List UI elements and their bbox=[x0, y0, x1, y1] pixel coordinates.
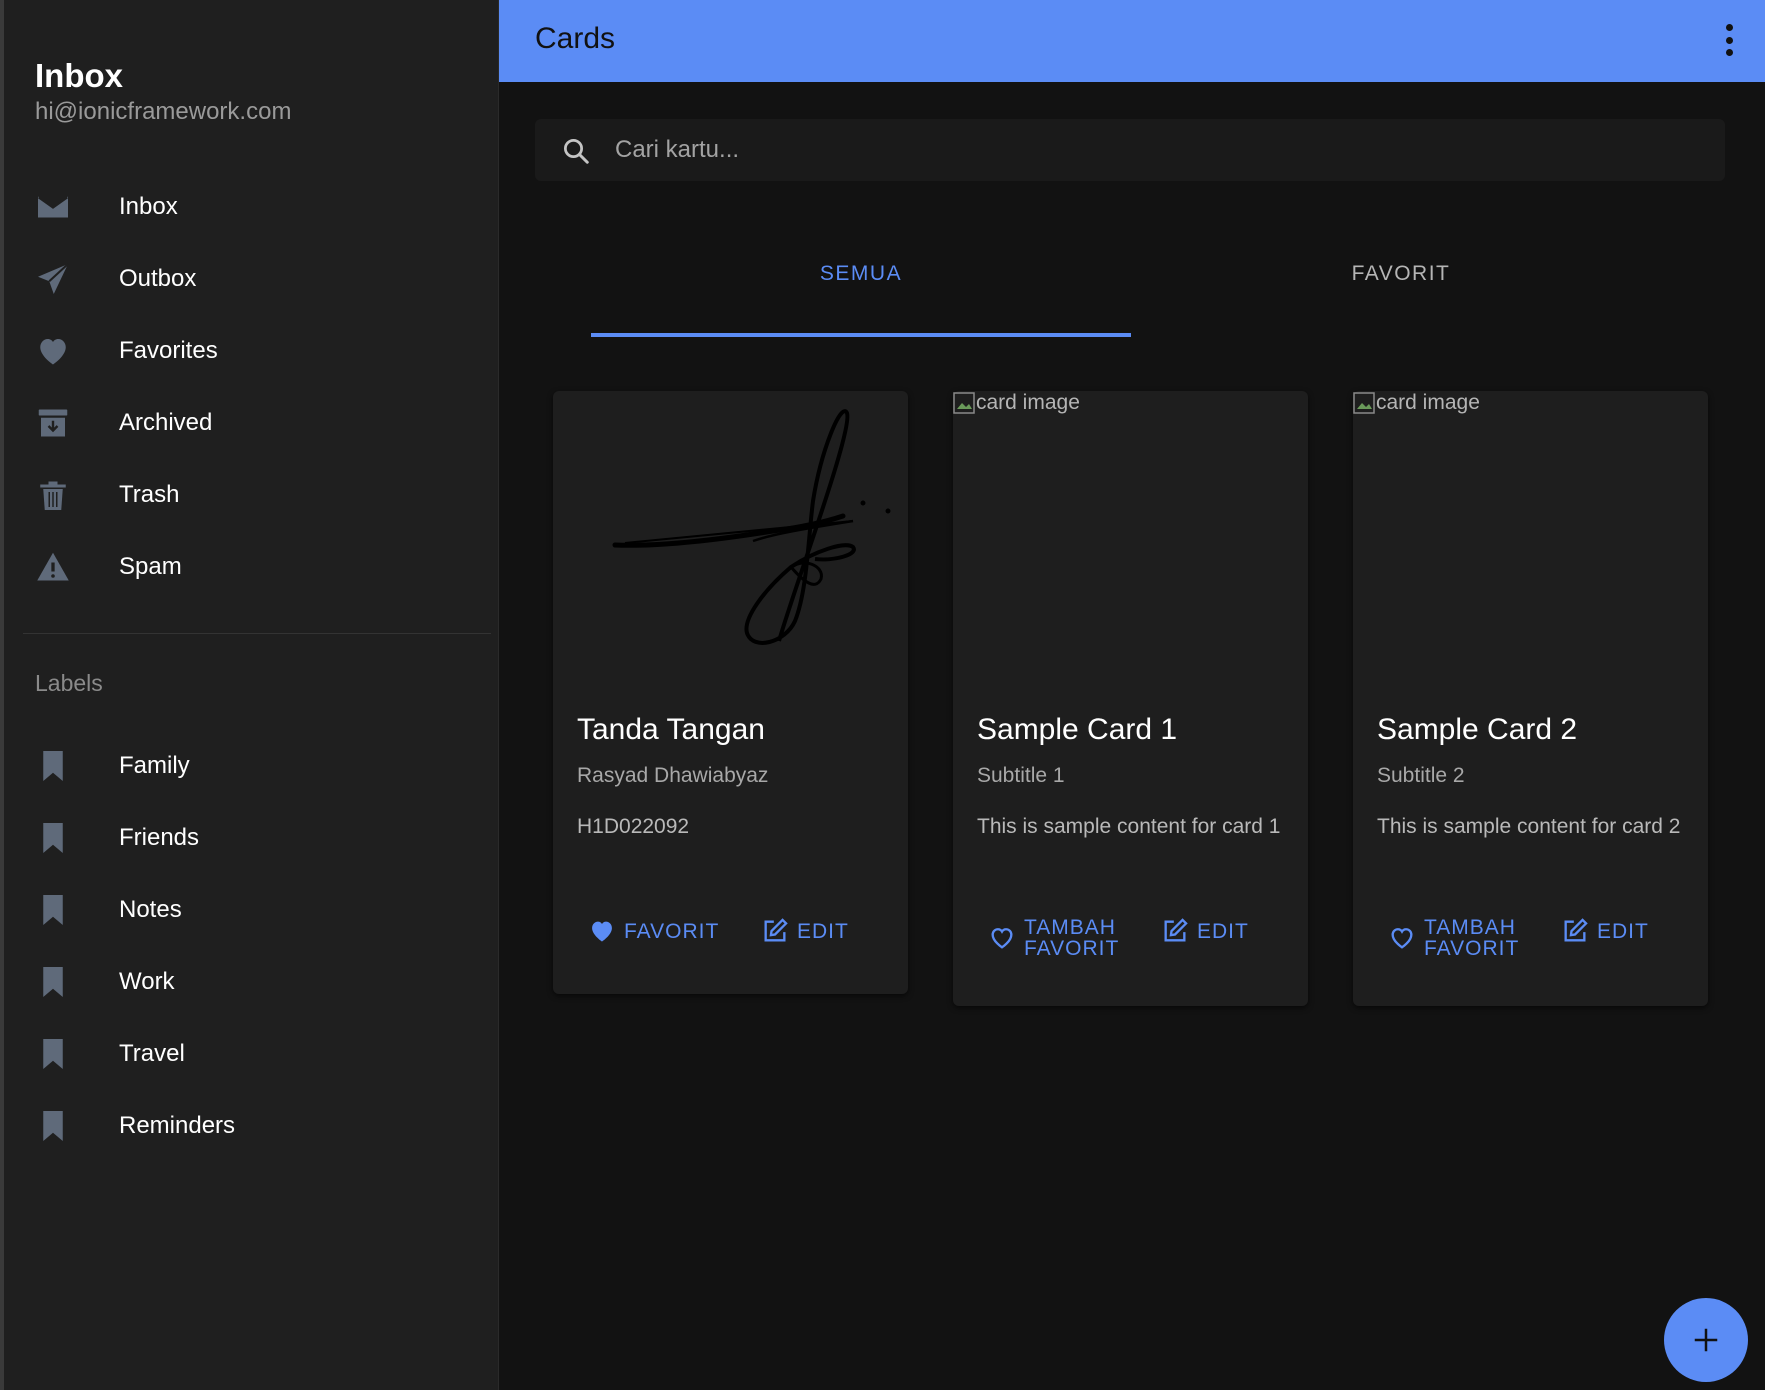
label-item-label: Friends bbox=[119, 824, 200, 851]
edit-button-label: EDIT bbox=[1597, 919, 1649, 943]
card-content: This is sample content for card 2 bbox=[1377, 815, 1681, 838]
add-favorite-label: TAMBAH FAVORIT bbox=[1424, 917, 1519, 959]
toolbar: Cards bbox=[499, 0, 1765, 82]
sidebar-item-label: Favorites bbox=[119, 337, 218, 364]
broken-image: card image bbox=[1353, 391, 1480, 415]
label-item-label: Travel bbox=[119, 1040, 185, 1067]
sidebar-item-trash[interactable]: Trash bbox=[4, 463, 499, 527]
favorite-button[interactable]: FAVORIT bbox=[588, 917, 719, 945]
add-card-fab[interactable] bbox=[1664, 1298, 1748, 1382]
card: Tanda Tangan Rasyad Dhawiabyaz H1D022092… bbox=[553, 391, 908, 994]
paper-plane-icon bbox=[34, 260, 72, 298]
label-item-label: Work bbox=[119, 968, 175, 995]
menu-title: Inbox bbox=[35, 57, 123, 94]
sidebar-item-archived[interactable]: Archived bbox=[4, 391, 499, 455]
menu-email: hi@ionicframework.com bbox=[35, 98, 292, 125]
tab-semua[interactable]: SEMUA bbox=[591, 262, 1131, 294]
bookmark-icon bbox=[34, 891, 72, 929]
sidebar-item-spam[interactable]: Spam bbox=[4, 535, 499, 599]
add-favorite-label: TAMBAH FAVORIT bbox=[1024, 917, 1119, 959]
edit-button-label: EDIT bbox=[797, 919, 849, 943]
signature-image bbox=[553, 391, 908, 691]
heart-outline-icon bbox=[1391, 928, 1413, 949]
heart-filled-icon bbox=[592, 921, 612, 942]
edit-button[interactable]: EDIT bbox=[1161, 917, 1249, 945]
sidebar-item-label: Archived bbox=[119, 409, 213, 436]
image-alt-text: card image bbox=[1376, 391, 1480, 414]
card-title: Tanda Tangan bbox=[577, 713, 765, 746]
create-icon bbox=[1564, 918, 1588, 942]
favorite-button-label: FAVORIT bbox=[624, 919, 720, 943]
broken-image: card image bbox=[953, 391, 1080, 415]
sidebar-item-inbox[interactable]: Inbox bbox=[4, 175, 499, 239]
card-image: card image bbox=[1353, 391, 1708, 691]
label-item-label: Notes bbox=[119, 896, 182, 923]
sidebar-item-label: Trash bbox=[119, 481, 180, 508]
label-item-label: Family bbox=[119, 752, 190, 779]
sidebar-item-outbox[interactable]: Outbox bbox=[4, 247, 499, 311]
sidebar-item-favorites[interactable]: Favorites bbox=[4, 319, 499, 383]
search-input[interactable] bbox=[615, 119, 1695, 181]
add-favorite-label-line1: TAMBAH bbox=[1024, 916, 1116, 939]
bookmark-icon bbox=[34, 963, 72, 1001]
label-item-notes[interactable]: Notes bbox=[4, 878, 499, 942]
card-image: card image bbox=[953, 391, 1308, 691]
broken-image-icon bbox=[953, 392, 975, 414]
card-subtitle: Rasyad Dhawiabyaz bbox=[577, 764, 769, 787]
searchbar bbox=[535, 119, 1725, 181]
add-favorite-button[interactable]: TAMBAH FAVORIT bbox=[1388, 917, 1519, 959]
heart-icon bbox=[34, 332, 72, 370]
warning-icon bbox=[34, 548, 72, 586]
tab-indicator bbox=[591, 333, 1131, 337]
add-favorite-label-line1: TAMBAH bbox=[1424, 916, 1516, 939]
card-title: Sample Card 1 bbox=[977, 713, 1178, 746]
search-icon bbox=[561, 136, 591, 166]
sidebar-item-label: Outbox bbox=[119, 265, 197, 292]
broken-image-icon bbox=[1353, 392, 1375, 414]
card-content: This is sample content for card 1 bbox=[977, 815, 1281, 838]
card-subtitle: Subtitle 1 bbox=[977, 764, 1065, 787]
add-icon bbox=[1694, 1328, 1718, 1352]
card: card image Sample Card 2 Subtitle 2 This… bbox=[1353, 391, 1708, 1006]
label-item-travel[interactable]: Travel bbox=[4, 1022, 499, 1086]
bookmark-icon bbox=[34, 747, 72, 785]
card-content: H1D022092 bbox=[577, 815, 690, 838]
add-favorite-label-line2: FAVORIT bbox=[1024, 937, 1120, 960]
card-title: Sample Card 2 bbox=[1377, 713, 1578, 746]
label-item-friends[interactable]: Friends bbox=[4, 806, 499, 870]
labels-heading: Labels bbox=[35, 670, 103, 696]
edit-button-label: EDIT bbox=[1197, 919, 1249, 943]
ellipsis-vertical-icon[interactable] bbox=[1723, 24, 1735, 56]
trash-icon bbox=[34, 476, 72, 514]
label-item-family[interactable]: Family bbox=[4, 734, 499, 798]
label-item-reminders[interactable]: Reminders bbox=[4, 1094, 499, 1158]
card-subtitle: Subtitle 2 bbox=[1377, 764, 1465, 787]
bookmark-icon bbox=[34, 1107, 72, 1145]
image-alt-text: card image bbox=[976, 391, 1080, 414]
sidebar-item-label: Inbox bbox=[119, 193, 178, 220]
side-menu: Inbox hi@ionicframework.com Inbox Outbox… bbox=[0, 0, 499, 1390]
create-icon bbox=[764, 918, 788, 942]
menu-divider bbox=[23, 633, 491, 634]
add-favorite-button[interactable]: TAMBAH FAVORIT bbox=[988, 917, 1119, 959]
sidebar-item-label: Spam bbox=[119, 553, 182, 580]
heart-outline-icon bbox=[991, 928, 1013, 949]
bookmark-icon bbox=[34, 819, 72, 857]
tab-favorit[interactable]: FAVORIT bbox=[1131, 262, 1671, 294]
create-icon bbox=[1164, 918, 1188, 942]
bookmark-icon bbox=[34, 1035, 72, 1073]
label-item-label: Reminders bbox=[119, 1112, 236, 1139]
edit-button[interactable]: EDIT bbox=[1561, 917, 1649, 945]
card: card image Sample Card 1 Subtitle 1 This… bbox=[953, 391, 1308, 1006]
mail-icon bbox=[34, 188, 72, 226]
archive-icon bbox=[34, 404, 72, 442]
page-title: Cards bbox=[535, 22, 616, 55]
edit-button[interactable]: EDIT bbox=[761, 917, 849, 945]
label-item-work[interactable]: Work bbox=[4, 950, 499, 1014]
add-favorite-label-line2: FAVORIT bbox=[1424, 937, 1520, 960]
